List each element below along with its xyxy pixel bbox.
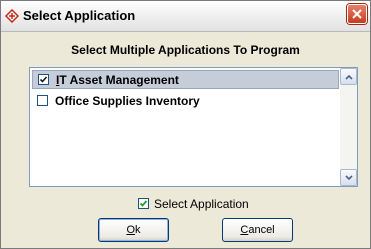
application-list[interactable]: IT Asset Management Office Supplies Inve… bbox=[29, 67, 358, 187]
select-application-checkbox[interactable] bbox=[138, 198, 149, 209]
app-diamond-icon bbox=[4, 8, 20, 24]
dialog-title: Select Application bbox=[23, 8, 136, 23]
office-supplies-inventory-checkbox[interactable] bbox=[37, 95, 48, 106]
list-item-office-supplies-inventory[interactable]: Office Supplies Inventory bbox=[32, 92, 339, 111]
title-bar[interactable]: Select Application bbox=[1, 1, 370, 32]
checkmark-icon bbox=[139, 200, 148, 207]
ok-button[interactable]: Ok bbox=[98, 218, 169, 242]
list-item-label: Office Supplies Inventory bbox=[55, 94, 200, 108]
chevron-up-icon bbox=[345, 74, 353, 80]
select-application-label: Select Application bbox=[154, 197, 249, 211]
select-application-dialog: Select Application Select Multiple Appli… bbox=[0, 0, 371, 249]
cancel-button[interactable]: Cancel bbox=[222, 218, 293, 242]
list-item-it-asset-management[interactable]: IT Asset Management bbox=[32, 70, 339, 89]
ok-mnemonic: O bbox=[126, 224, 136, 236]
list-item-label: IT Asset Management bbox=[56, 73, 179, 87]
checkmark-icon bbox=[39, 76, 48, 83]
chevron-down-icon bbox=[345, 175, 353, 181]
close-icon bbox=[352, 9, 362, 19]
cancel-label: ancel bbox=[248, 224, 275, 236]
vertical-scrollbar[interactable] bbox=[340, 68, 357, 186]
close-button[interactable] bbox=[347, 4, 367, 24]
it-asset-management-checkbox[interactable] bbox=[38, 74, 49, 85]
ok-label: k bbox=[135, 224, 141, 236]
scroll-down-button[interactable] bbox=[340, 169, 357, 186]
dialog-heading: Select Multiple Applications To Program bbox=[71, 43, 300, 57]
scroll-up-button[interactable] bbox=[340, 68, 357, 85]
